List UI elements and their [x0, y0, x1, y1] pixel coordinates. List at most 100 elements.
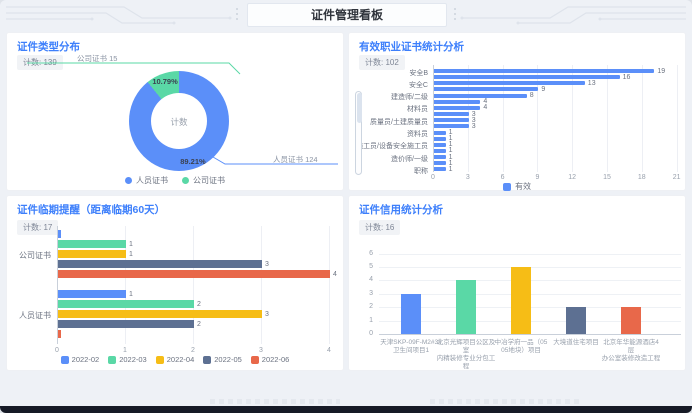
- bar-valid[interactable]: [434, 118, 469, 122]
- legend-item-2022-04[interactable]: 2022-04: [156, 355, 195, 364]
- footer-decoration-right: [430, 399, 580, 404]
- bar-valid[interactable]: [434, 81, 585, 85]
- chart-scrollbar-handle[interactable]: [357, 93, 362, 123]
- y-category-label: 安全B: [349, 68, 428, 78]
- bar-project[interactable]: [566, 307, 586, 334]
- certificate-dashboard: 证件管理看板 证件类型分布 计数: 139 计数89.21%10.79%公司证书…: [0, 0, 692, 413]
- bar-project[interactable]: [511, 267, 531, 334]
- bar-2022-06[interactable]: [58, 270, 330, 278]
- legend-item-2022-03[interactable]: 2022-03: [108, 355, 147, 364]
- bar-valid[interactable]: [434, 143, 446, 147]
- expiry-chart[interactable]: 01234公司证书人员证书112133242022-022022-032022-…: [7, 196, 343, 370]
- bar-valid[interactable]: [434, 155, 446, 159]
- bar-project[interactable]: [456, 280, 476, 334]
- bar-valid[interactable]: [434, 100, 480, 104]
- x-tick-label: 3: [460, 174, 476, 181]
- x-tick-label: 18: [634, 174, 650, 181]
- legend-label: 2022-02: [72, 355, 100, 364]
- legend-label: 2022-05: [214, 355, 242, 364]
- bar-valid[interactable]: [434, 131, 446, 135]
- panel-valid-certificates: 有效职业证书统计分析 计数: 102 03691215182119安全B1613…: [348, 32, 686, 191]
- bar-valid[interactable]: [434, 137, 446, 141]
- footer-decoration-left: [210, 399, 340, 404]
- legend-item-公司证书[interactable]: 公司证书: [182, 175, 225, 186]
- donut-center-label: 计数: [149, 116, 209, 128]
- legend-label: 2022-06: [262, 355, 290, 364]
- legend-label: 人员证书: [136, 175, 168, 186]
- panel-credit-statistics: 证件信用统计分析 计数: 16 0123456天津SKP-09F-M2#3# 卫…: [348, 195, 686, 371]
- bar-value-label: 2: [197, 301, 201, 308]
- grid-line-x: [261, 226, 262, 344]
- bar-value-label: 9: [541, 86, 545, 93]
- y-tick-label: 6: [351, 250, 373, 257]
- bar-valid[interactable]: [434, 149, 446, 153]
- bar-value-label: 19: [657, 68, 665, 75]
- bar-valid[interactable]: [434, 87, 538, 91]
- donut-chart[interactable]: 计数89.21%10.79%公司证书 15人员证书 124人员证书公司证书: [7, 33, 343, 190]
- bar-2022-05[interactable]: [58, 320, 194, 328]
- bar-2022-03[interactable]: [58, 240, 126, 248]
- bar-value-label: 13: [588, 80, 596, 87]
- x-tick-label: 4: [321, 347, 337, 354]
- bar-2022-04[interactable]: [58, 250, 126, 258]
- bar-value-label: 4: [483, 104, 487, 111]
- legend-marker: [503, 183, 511, 191]
- legend-marker: [108, 356, 116, 364]
- bar-valid[interactable]: [434, 94, 527, 98]
- footer-bar: [0, 406, 692, 413]
- bar-2022-03[interactable]: [58, 300, 194, 308]
- bar-project[interactable]: [401, 294, 421, 334]
- header-decoration-right: [452, 1, 688, 27]
- bar-valid[interactable]: [434, 161, 446, 165]
- bar-2022-04[interactable]: [58, 310, 262, 318]
- legend-item-有效[interactable]: 有效: [503, 181, 531, 192]
- y-tick-label: 4: [351, 276, 373, 283]
- legend-label: 2022-04: [167, 355, 195, 364]
- y-tick-label: 3: [351, 290, 373, 297]
- valid-cert-chart[interactable]: 03691215182119安全B1613安全C98建造师/二级44材料员33质…: [349, 33, 685, 190]
- bar-value-label: 1: [129, 291, 133, 298]
- legend-marker: [251, 356, 259, 364]
- legend-item-2022-06[interactable]: 2022-06: [251, 355, 290, 364]
- page-title-box: 证件管理看板: [247, 3, 447, 27]
- y-category-label: 公司证书: [7, 250, 51, 261]
- header-decoration-left: [4, 1, 240, 27]
- panel-expiry-reminder: 证件临期提醒（距离临期60天） 计数: 17 01234公司证书人员证书1121…: [6, 195, 344, 371]
- y-tick-label: 0: [351, 330, 373, 337]
- bar-valid[interactable]: [434, 106, 480, 110]
- x-tick-label: 9: [529, 174, 545, 181]
- legend-item-2022-05[interactable]: 2022-05: [203, 355, 242, 364]
- bar-valid[interactable]: [434, 167, 446, 171]
- bar-2022-02[interactable]: [58, 290, 126, 298]
- bar-2022-05[interactable]: [58, 260, 262, 268]
- bar-value-label: 2: [197, 321, 201, 328]
- bar-2022-02[interactable]: [58, 230, 61, 238]
- donut-legend: 人员证书 公司证书: [7, 175, 343, 186]
- grid-line-x: [642, 65, 643, 172]
- x-tick-label: 21: [669, 174, 685, 181]
- credit-chart[interactable]: 0123456天津SKP-09F-M2#3# 卫生间项目1北京光辉项目公区及室 …: [349, 196, 685, 370]
- legend-label: 公司证书: [193, 175, 225, 186]
- legend-item-2022-02[interactable]: 2022-02: [61, 355, 100, 364]
- x-tick-label: 1: [117, 347, 133, 354]
- bar-value-label: 1: [449, 166, 453, 173]
- bar-2022-06[interactable]: [58, 330, 61, 338]
- x-tick-label: 0: [49, 347, 65, 354]
- x-category-label: 北京年华能源酒店4层 办公室装修改造工程: [600, 339, 662, 363]
- bar-valid[interactable]: [434, 69, 654, 73]
- slice-percent-label: 10.79%: [145, 77, 185, 86]
- hbar-legend: 有效: [349, 181, 685, 192]
- bar-valid[interactable]: [434, 112, 469, 116]
- y-tick-label: 5: [351, 263, 373, 270]
- y-category-label: 人员证书: [7, 310, 51, 321]
- y-category-label: 安全C: [349, 80, 428, 90]
- legend-marker: [182, 177, 189, 184]
- bar-value-label: 1: [129, 241, 133, 248]
- bar-valid[interactable]: [434, 75, 620, 79]
- x-tick-label: 6: [495, 174, 511, 181]
- bar-valid[interactable]: [434, 124, 469, 128]
- bar-value-label: 1: [129, 251, 133, 258]
- bar-project[interactable]: [621, 307, 641, 334]
- legend-item-人员证书[interactable]: 人员证书: [125, 175, 168, 186]
- callout-label-person: 人员证书 124: [273, 154, 318, 165]
